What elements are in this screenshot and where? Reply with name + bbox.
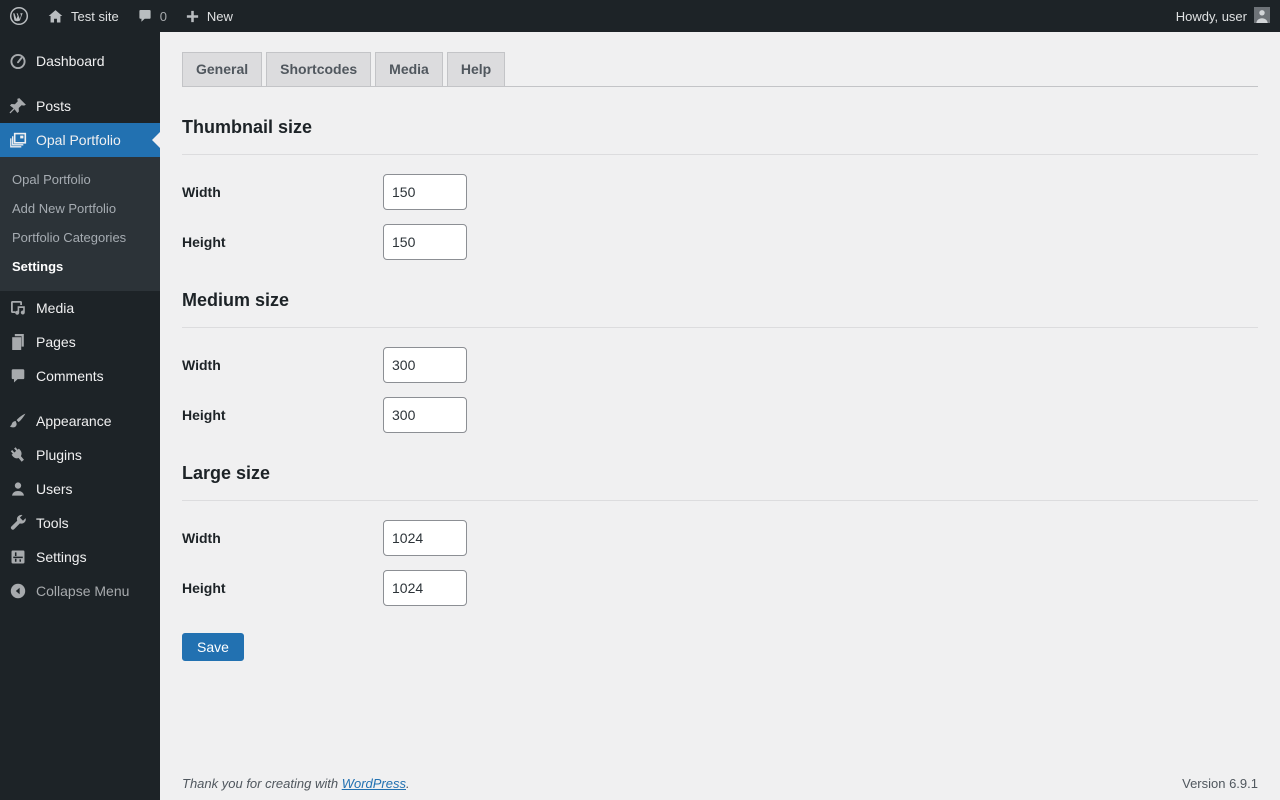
sidebar-item-media[interactable]: Media xyxy=(0,291,160,325)
opal-portfolio-submenu: Opal Portfolio Add New Portfolio Portfol… xyxy=(0,157,160,291)
sidebar-item-posts[interactable]: Posts xyxy=(0,89,160,123)
section-divider xyxy=(182,500,1258,501)
thumbnail-height-input[interactable] xyxy=(383,224,467,260)
section-divider xyxy=(182,154,1258,155)
field-row-large-height: Height xyxy=(182,570,1258,606)
sidebar-item-appearance[interactable]: Appearance xyxy=(0,404,160,438)
settings-page: General Shortcodes Media Help Thumbnail … xyxy=(160,32,1280,800)
version-text: Version 6.9.1 xyxy=(1182,776,1258,791)
dashboard-icon xyxy=(8,51,28,71)
sidebar-item-label: Users xyxy=(36,481,73,497)
admin-bar: Test site 0 New Howdy, user xyxy=(0,0,1280,32)
collapse-menu-button[interactable]: Collapse Menu xyxy=(0,574,160,608)
footer-thanks-text: Thank you for creating with xyxy=(182,776,339,791)
medium-height-input[interactable] xyxy=(383,397,467,433)
admin-bar-left: Test site 0 New xyxy=(0,0,242,32)
field-row-thumbnail-height: Height xyxy=(182,224,1258,260)
plus-icon xyxy=(185,9,200,24)
sidebar-item-tools[interactable]: Tools xyxy=(0,506,160,540)
field-label: Width xyxy=(182,184,221,200)
active-menu-arrow xyxy=(152,132,160,148)
pages-icon xyxy=(8,332,28,352)
field-label: Height xyxy=(182,407,226,423)
user-icon xyxy=(8,479,28,499)
section-title-thumbnail-size: Thumbnail size xyxy=(182,117,313,137)
sidebar-item-label: Settings xyxy=(36,549,87,565)
sidebar-item-label: Tools xyxy=(36,515,69,531)
menu-separator xyxy=(0,393,160,404)
field-label: Height xyxy=(182,234,226,250)
large-width-input[interactable] xyxy=(383,520,467,556)
field-label: Width xyxy=(182,530,221,546)
sidebar-item-comments[interactable]: Comments xyxy=(0,359,160,393)
wordpress-logo-icon xyxy=(9,6,29,26)
section-title-medium-size: Medium size xyxy=(182,290,290,310)
thumbnail-width-input[interactable] xyxy=(383,174,467,210)
section-divider xyxy=(182,327,1258,328)
footer-period: . xyxy=(406,776,410,791)
comments-adminbar-link[interactable]: 0 xyxy=(128,0,176,32)
comment-bubble-icon xyxy=(137,8,153,24)
submenu-item-opal-portfolio[interactable]: Opal Portfolio xyxy=(0,165,160,194)
sidebar-item-label: Plugins xyxy=(36,447,82,463)
sidebar-item-pages[interactable]: Pages xyxy=(0,325,160,359)
sidebar-item-label: Dashboard xyxy=(36,53,105,69)
avatar xyxy=(1254,6,1270,26)
collapse-menu-label: Collapse Menu xyxy=(36,583,130,599)
nav-tabs: General Shortcodes Media Help xyxy=(182,32,1258,87)
submenu-item-settings[interactable]: Settings xyxy=(0,252,160,281)
sidebar-item-label: Opal Portfolio xyxy=(36,132,121,148)
comments-icon xyxy=(8,366,28,386)
new-label: New xyxy=(206,8,233,24)
sidebar-item-label: Comments xyxy=(36,368,104,384)
submenu-item-portfolio-categories[interactable]: Portfolio Categories xyxy=(0,223,160,252)
pushpin-icon xyxy=(8,96,28,116)
plugin-icon xyxy=(8,445,28,465)
sidebar-item-settings[interactable]: Settings xyxy=(0,540,160,574)
save-button[interactable]: Save xyxy=(182,633,244,661)
field-label: Width xyxy=(182,357,221,373)
field-row-medium-width: Width xyxy=(182,347,1258,383)
wordpress-logo-menu[interactable] xyxy=(0,0,38,32)
tab-help[interactable]: Help xyxy=(446,52,506,86)
field-row-large-width: Width xyxy=(182,520,1258,556)
large-height-input[interactable] xyxy=(383,570,467,606)
media-icon xyxy=(8,298,28,318)
home-icon xyxy=(47,8,64,25)
menu-separator xyxy=(0,78,160,89)
portfolio-gallery-icon xyxy=(8,130,28,150)
admin-sidebar: Dashboard Posts Opal Portfolio Opal Port… xyxy=(0,32,160,800)
field-row-medium-height: Height xyxy=(182,397,1258,433)
comment-count: 0 xyxy=(159,8,167,24)
submenu-item-add-new-portfolio[interactable]: Add New Portfolio xyxy=(0,194,160,223)
tab-general[interactable]: General xyxy=(182,52,263,86)
settings-sliders-icon xyxy=(8,547,28,567)
tab-media[interactable]: Media xyxy=(375,52,443,86)
sidebar-item-label: Posts xyxy=(36,98,72,114)
sidebar-item-label: Media xyxy=(36,300,75,316)
sidebar-item-label: Pages xyxy=(36,334,76,350)
field-label: Height xyxy=(182,580,226,596)
account-menu[interactable]: Howdy, user xyxy=(1166,0,1280,32)
field-row-thumbnail-width: Width xyxy=(182,174,1258,210)
medium-width-input[interactable] xyxy=(383,347,467,383)
footer-thanks: Thank you for creating with WordPress. xyxy=(182,776,410,791)
sidebar-item-opal-portfolio[interactable]: Opal Portfolio xyxy=(0,123,160,157)
wordpress-link[interactable]: WordPress xyxy=(342,776,406,791)
section-title-large-size: Large size xyxy=(182,463,271,483)
sidebar-item-dashboard[interactable]: Dashboard xyxy=(0,44,160,78)
wrench-icon xyxy=(8,513,28,533)
sidebar-item-users[interactable]: Users xyxy=(0,472,160,506)
sidebar-item-plugins[interactable]: Plugins xyxy=(0,438,160,472)
site-name: Test site xyxy=(71,8,119,24)
tab-shortcodes[interactable]: Shortcodes xyxy=(266,52,372,86)
paintbrush-icon xyxy=(8,411,28,431)
admin-footer: Thank you for creating with WordPress. V… xyxy=(182,776,1258,791)
howdy-text: Howdy, user xyxy=(1175,8,1247,24)
collapse-arrow-icon xyxy=(8,581,28,601)
new-content-link[interactable]: New xyxy=(176,0,242,32)
site-name-link[interactable]: Test site xyxy=(38,0,128,32)
sidebar-item-label: Appearance xyxy=(36,413,112,429)
